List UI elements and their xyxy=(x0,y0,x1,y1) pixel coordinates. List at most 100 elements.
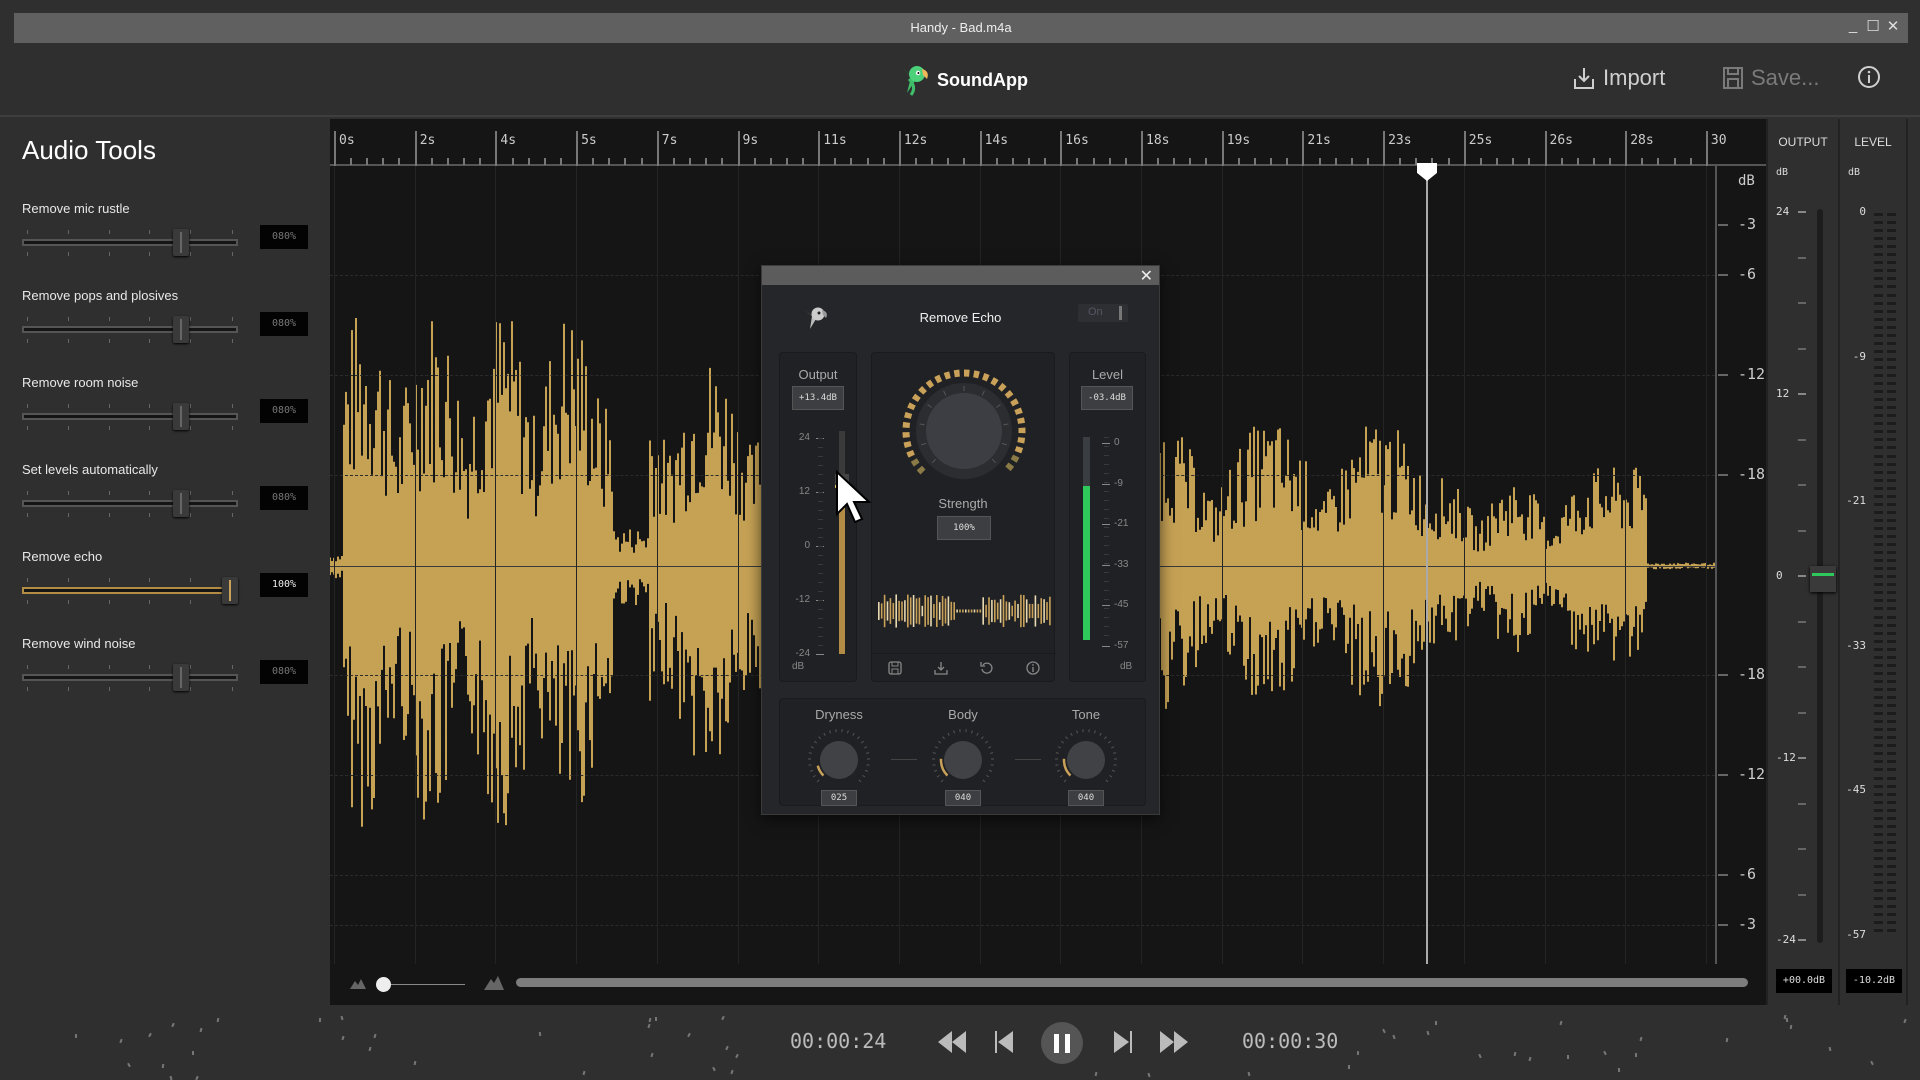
zoom-slider-thumb[interactable] xyxy=(376,977,391,992)
slider-tick xyxy=(68,404,69,408)
knob-tick xyxy=(809,769,814,772)
skip-forward-button[interactable] xyxy=(1114,1031,1132,1053)
save-button[interactable]: Save... xyxy=(1723,65,1819,91)
slider-tick xyxy=(109,404,110,408)
noise-speck xyxy=(1639,1037,1643,1042)
db-label: -12 xyxy=(1738,765,1766,783)
import-button[interactable]: Import xyxy=(1573,65,1665,91)
tool-slider[interactable] xyxy=(22,663,238,693)
knob-tick xyxy=(808,752,812,754)
remove-echo-dialog: ✕ Remove Echo On Output +13.4dB 24 12 0 -12… xyxy=(761,265,1160,815)
strength-knob[interactable] xyxy=(894,361,1034,501)
dialog-close-button[interactable]: ✕ xyxy=(1140,266,1153,286)
level-segment xyxy=(1887,800,1896,804)
dialog-output-minor-tick xyxy=(818,618,823,619)
level-segment xyxy=(1874,374,1883,377)
strength-arc-segment xyxy=(934,374,943,384)
slider-track[interactable] xyxy=(22,500,238,507)
level-segment xyxy=(1874,301,1883,305)
noise-speck xyxy=(318,1017,322,1022)
knob-tick xyxy=(862,774,866,778)
dialog-level-panel: Level -03.4dB 0 -9 -21 -33 -45 -57 dB xyxy=(1069,352,1146,682)
echo-preview-bar xyxy=(907,594,909,628)
level-segment xyxy=(1874,881,1883,885)
output-scale-minor-tick xyxy=(1798,347,1806,350)
slider-thumb[interactable] xyxy=(173,664,189,691)
ruler-minor-tick xyxy=(915,158,917,165)
slider-thumb[interactable] xyxy=(222,577,238,604)
strength-readout: 100% xyxy=(937,516,991,540)
slider-thumb[interactable] xyxy=(173,316,189,343)
knob-body[interactable] xyxy=(928,725,998,795)
tool-slider[interactable] xyxy=(22,402,238,432)
db-label: -12 xyxy=(1738,365,1766,383)
rewind-button[interactable] xyxy=(938,1031,966,1053)
knob-tick xyxy=(852,732,855,736)
skip-back-button[interactable] xyxy=(995,1031,1013,1053)
info-button[interactable] xyxy=(1857,65,1881,89)
slider-track[interactable] xyxy=(22,239,238,246)
tool-slider[interactable] xyxy=(22,576,238,606)
strength-arc-segment xyxy=(1010,398,1019,407)
horizontal-scrollbar[interactable] xyxy=(516,978,1748,987)
slider-track[interactable] xyxy=(22,674,238,681)
slider-track[interactable] xyxy=(22,326,238,333)
noise-speck xyxy=(647,1023,652,1029)
dialog-output-minor-tick xyxy=(818,474,823,475)
output-scale-minor-tick xyxy=(1798,666,1806,668)
ruler-major-tick xyxy=(1141,131,1143,166)
slider-thumb[interactable] xyxy=(173,403,189,430)
maximize-button[interactable]: ☐ xyxy=(1866,17,1880,35)
level-segment xyxy=(1874,655,1883,659)
ruler-minor-tick xyxy=(689,158,691,165)
slider-tick xyxy=(149,426,150,430)
knob-dryness[interactable] xyxy=(804,725,874,795)
ruler-minor-tick xyxy=(1286,158,1289,165)
level-segment xyxy=(1887,293,1896,297)
tool-value: 080% xyxy=(260,225,308,249)
dialog-output-scale-label: 0 xyxy=(804,540,810,551)
fast-forward-button[interactable] xyxy=(1160,1031,1188,1053)
pause-button[interactable] xyxy=(1041,1022,1083,1064)
slider-tick xyxy=(190,252,191,256)
ruler-label: 28s xyxy=(1630,133,1654,148)
tool-label: Remove room noise xyxy=(22,375,139,390)
knob-tone[interactable] xyxy=(1051,725,1121,795)
zoom-slider-track[interactable] xyxy=(385,984,465,985)
tool-slider[interactable] xyxy=(22,489,238,519)
knob-tick xyxy=(982,779,986,783)
ruler-major-tick xyxy=(818,131,821,166)
ruler-major-tick xyxy=(1060,131,1063,166)
dialog-info-icon[interactable] xyxy=(1026,660,1040,675)
close-button[interactable]: ✕ xyxy=(1886,17,1900,35)
tool-slider[interactable] xyxy=(22,315,238,345)
dialog-level-scale-tick xyxy=(1102,605,1110,607)
slider-tick xyxy=(232,687,233,691)
slider-tick xyxy=(149,513,150,517)
level-scale-label: -33 xyxy=(1846,638,1866,652)
level-segment xyxy=(1874,390,1883,394)
dialog-titlebar[interactable]: ✕ xyxy=(762,266,1159,285)
tool-slider[interactable] xyxy=(22,228,238,258)
ruler-minor-tick xyxy=(430,158,433,165)
slider-track[interactable] xyxy=(22,413,238,420)
level-segment xyxy=(1887,325,1896,329)
slider-thumb[interactable] xyxy=(173,490,189,517)
output-fader-thumb[interactable] xyxy=(1810,566,1836,592)
preset-download-icon[interactable] xyxy=(934,661,948,675)
zoom-out-icon[interactable] xyxy=(350,977,366,989)
zoom-in-icon[interactable] xyxy=(484,974,504,990)
slider-thumb[interactable] xyxy=(173,229,189,256)
level-segment xyxy=(1874,776,1883,780)
ruler-minor-tick xyxy=(1027,158,1030,165)
enable-toggle[interactable]: On xyxy=(1078,304,1128,322)
slider-track[interactable] xyxy=(22,587,238,594)
import-label: Import xyxy=(1603,65,1666,90)
reset-icon[interactable] xyxy=(980,661,994,675)
ruler-minor-tick xyxy=(995,158,998,165)
preset-save-icon[interactable] xyxy=(888,660,902,675)
ruler-major-tick xyxy=(334,131,336,166)
time-ruler[interactable]: 0s 2s 4s 5s 7s 9s 11s 12s 14s 16s 18s 19s 21s 23s 25s 2… xyxy=(330,119,1766,166)
minimize-button[interactable]: _ xyxy=(1846,17,1860,35)
dialog-output-label: Output xyxy=(798,367,838,382)
